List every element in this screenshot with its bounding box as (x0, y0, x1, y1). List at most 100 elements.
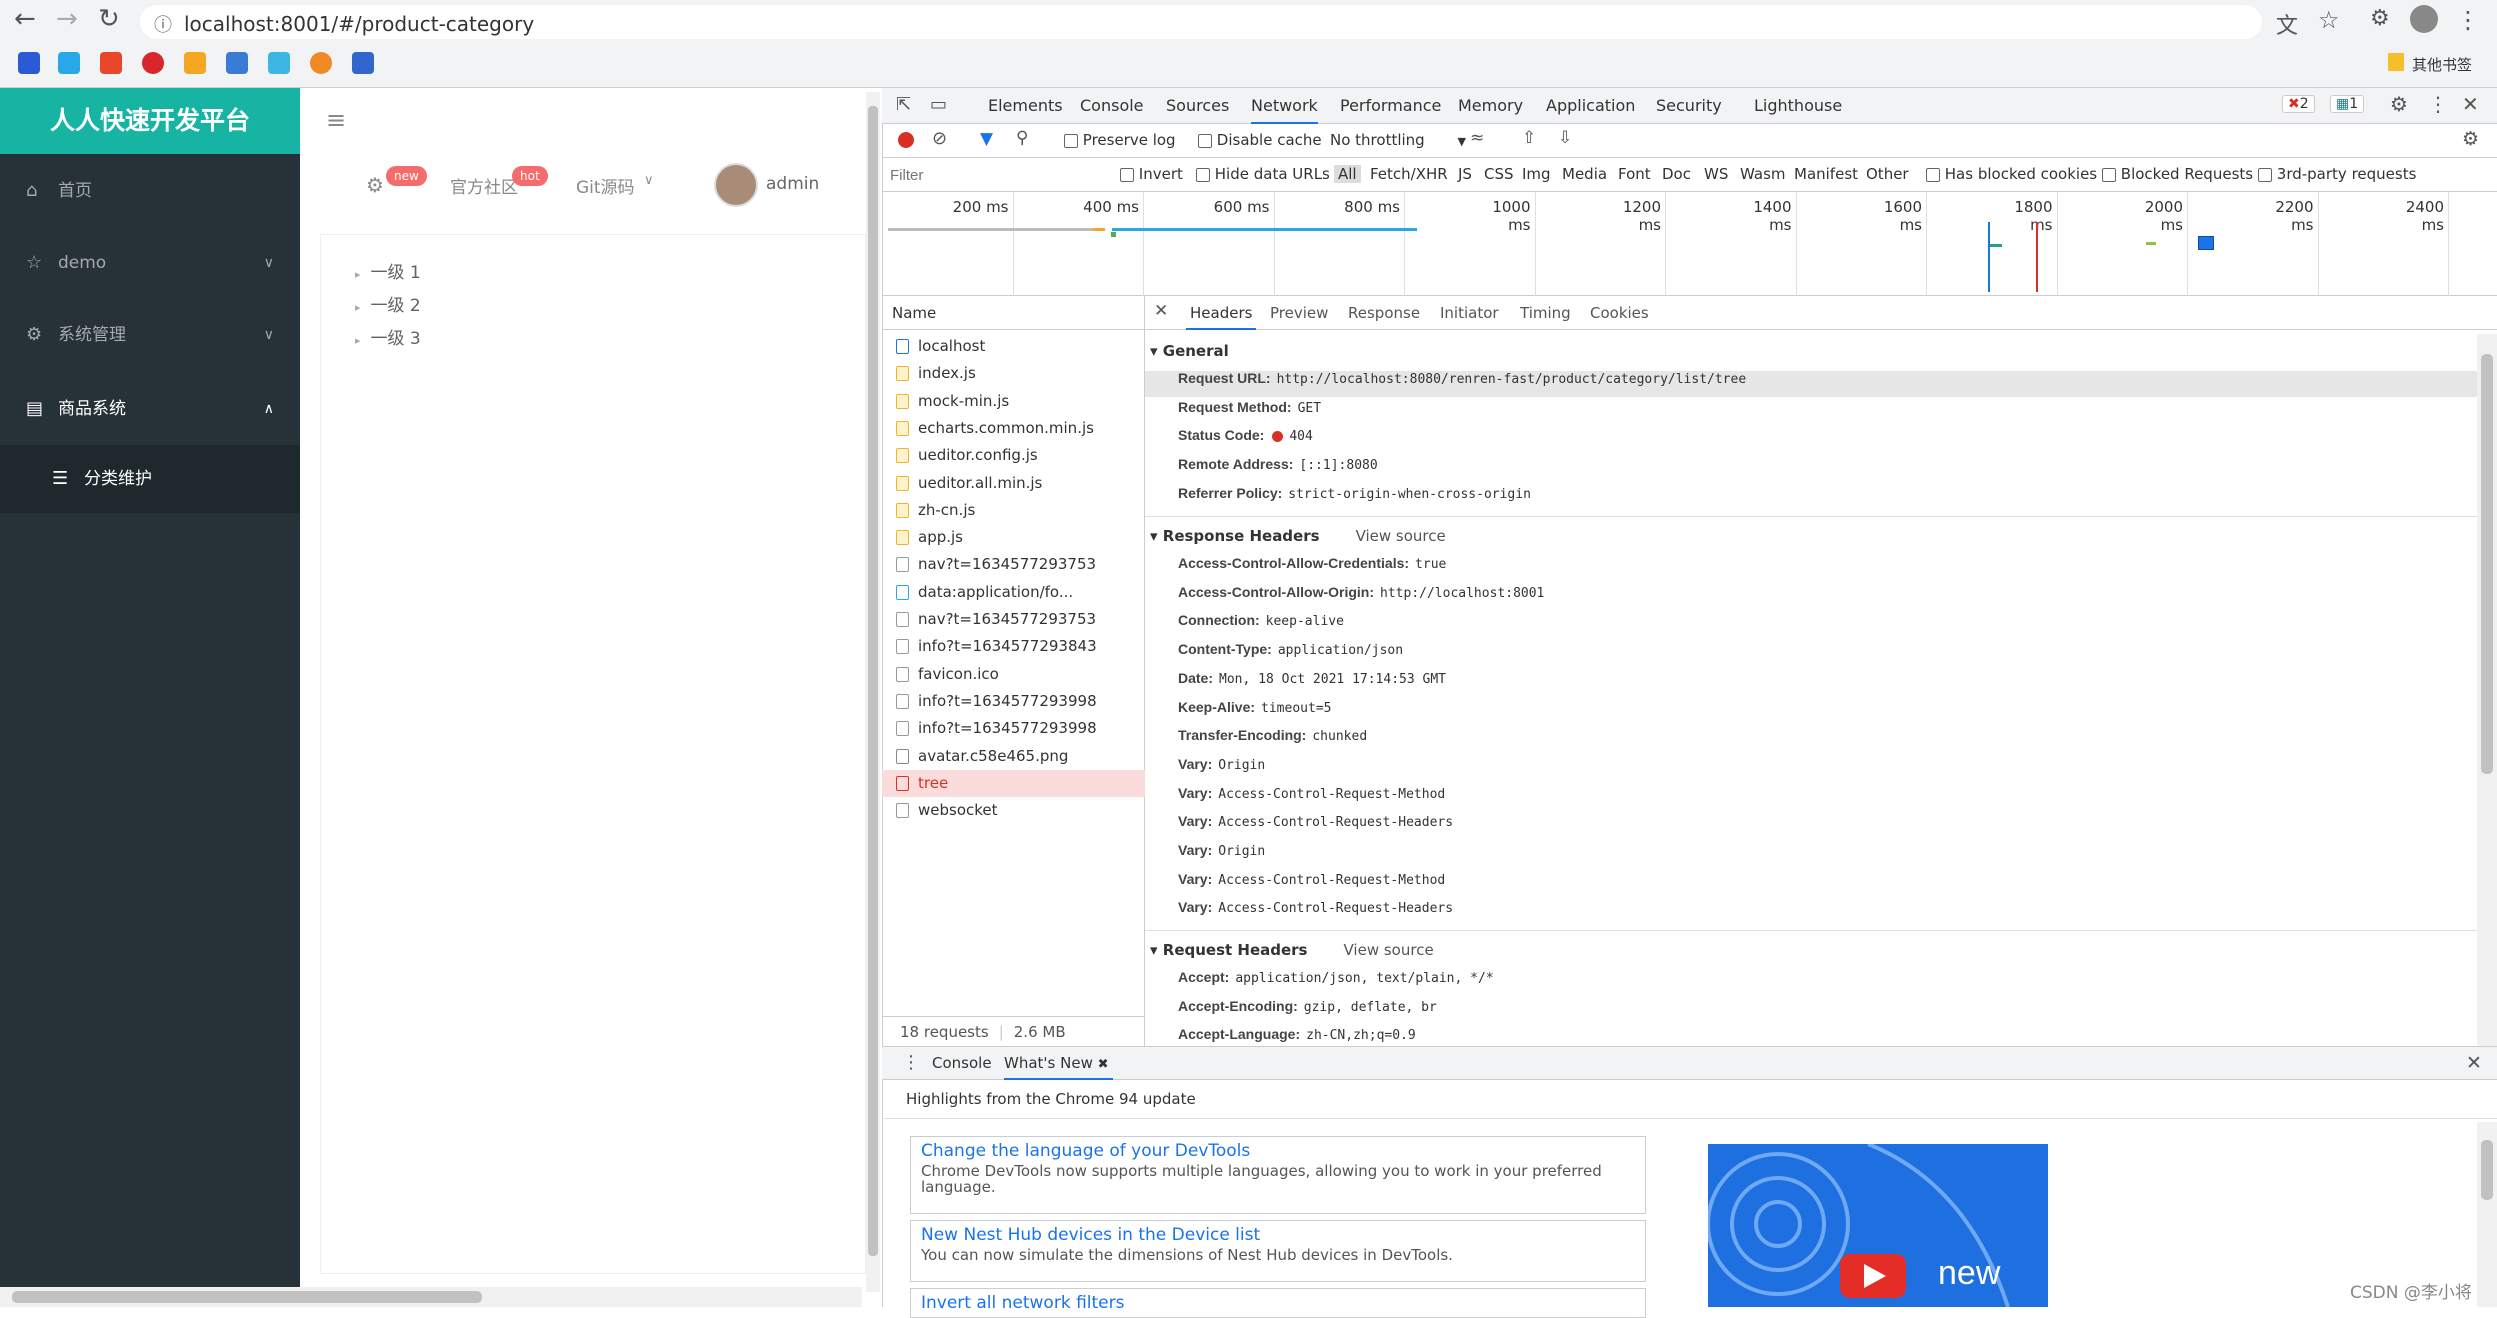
search-icon[interactable]: ⚲ (1016, 128, 1028, 148)
info-icon[interactable]: ⓘ (154, 11, 172, 37)
tab-application[interactable]: Application (1546, 88, 1635, 124)
import-har-icon[interactable]: ⇧ (1522, 128, 1536, 148)
drawer-tab-whats-new[interactable]: What's New ✖ (1004, 1046, 1113, 1080)
card-title[interactable]: Invert all network filters (911, 1289, 1645, 1313)
request-row[interactable]: nav?t=1634577293753 (882, 606, 1145, 633)
disable-cache-checkbox[interactable]: Disable cache (1198, 131, 1322, 149)
bookmark-mdn-icon[interactable] (226, 52, 248, 74)
request-row[interactable]: mock-min.js (882, 388, 1145, 415)
bookmark-b-icon[interactable] (268, 52, 290, 74)
filter-type-font[interactable]: Font (1618, 165, 1651, 183)
back-icon[interactable]: ← (14, 4, 36, 34)
request-row[interactable]: info?t=1634577293998 (882, 715, 1145, 742)
filter-type-media[interactable]: Media (1562, 165, 1607, 183)
drawer-tab-console[interactable]: Console (932, 1046, 992, 1080)
address-bar[interactable]: ⓘ localhost:8001/#/product-category (140, 5, 2262, 39)
scrollbar-thumb[interactable] (868, 106, 878, 1256)
response-headers-section[interactable]: ▾ Response Headers View source (1150, 527, 1446, 545)
filter-type-js[interactable]: JS (1458, 165, 1472, 183)
tab-console[interactable]: Console (1080, 88, 1144, 124)
git-link[interactable]: Git源码 (576, 173, 635, 198)
page-vertical-scrollbar[interactable] (866, 92, 880, 1292)
request-row[interactable]: echarts.common.min.js (882, 415, 1145, 442)
whats-new-card[interactable]: New Nest Hub devices in the Device list … (910, 1220, 1646, 1282)
filter-type-css[interactable]: CSS (1484, 165, 1514, 183)
hide-data-urls-checkbox[interactable]: Hide data URLs (1196, 165, 1330, 183)
blocked-cookies-checkbox[interactable]: Has blocked cookies (1926, 165, 2097, 183)
filter-type-all[interactable]: All (1334, 165, 1361, 183)
reload-icon[interactable]: ↻ (98, 4, 120, 34)
record-icon[interactable] (898, 132, 914, 148)
tab-security[interactable]: Security (1656, 88, 1722, 124)
sidebar-subitem-category[interactable]: ☰ 分类维护 (0, 445, 300, 513)
tab-timing[interactable]: Timing (1520, 296, 1571, 330)
clear-icon[interactable]: ⊘ (932, 128, 947, 149)
translate-icon[interactable]: 文 (2276, 8, 2298, 40)
throttling-select[interactable]: No throttling ▼ (1330, 131, 1466, 149)
card-title[interactable]: New Nest Hub devices in the Device list (911, 1221, 1645, 1245)
request-row[interactable]: ueditor.all.min.js (882, 470, 1145, 497)
tab-sources[interactable]: Sources (1166, 88, 1229, 124)
filter-icon[interactable]: ▼ (980, 129, 993, 149)
filter-type-wasm[interactable]: Wasm (1740, 165, 1786, 183)
drawer-menu-icon[interactable]: ⋮ (902, 1046, 920, 1080)
menu-kebab-icon[interactable]: ⋮ (2456, 6, 2480, 34)
brand-logo[interactable]: 人人快速开发平台 (0, 88, 300, 154)
detail-scrollbar[interactable] (2477, 334, 2497, 1046)
message-count-badge[interactable]: ▦1 (2330, 95, 2365, 113)
sidebar-item-home[interactable]: ⌂ 首页 (0, 155, 300, 227)
request-row[interactable]: tree (882, 769, 1145, 797)
filter-type-ws[interactable]: WS (1704, 165, 1728, 183)
filter-type-fetch[interactable]: Fetch/XHR (1370, 165, 1448, 183)
bookmark-paw-icon[interactable] (352, 52, 374, 74)
community-link[interactable]: 官方社区 (450, 173, 518, 198)
network-conditions-icon[interactable]: ≈ (1470, 128, 1484, 148)
bookmark-csdn-icon[interactable] (100, 52, 122, 74)
tab-headers[interactable]: Headers (1186, 296, 1257, 330)
bookmark-c-icon[interactable] (184, 52, 206, 74)
filter-input[interactable] (890, 162, 1100, 188)
tab-memory[interactable]: Memory (1458, 88, 1523, 124)
export-har-icon[interactable]: ⇩ (1558, 128, 1572, 148)
device-toggle-icon[interactable]: ▭ (930, 94, 947, 115)
profile-avatar-icon[interactable] (2410, 5, 2438, 33)
view-source-link[interactable]: View source (1356, 527, 1446, 545)
close-tab-icon[interactable]: ✖ (1098, 1057, 1109, 1072)
request-row[interactable]: avatar.c58e465.png (882, 743, 1145, 770)
tab-elements[interactable]: Elements (988, 88, 1063, 124)
view-source-link[interactable]: View source (1344, 941, 1434, 959)
more-kebab-icon[interactable]: ⋮ (2428, 92, 2448, 116)
scrollbar-thumb[interactable] (12, 1291, 482, 1303)
filter-type-doc[interactable]: Doc (1662, 165, 1691, 183)
scrollbar-thumb[interactable] (2481, 1140, 2493, 1200)
tab-lighthouse[interactable]: Lighthouse (1754, 88, 1842, 124)
settings-gear-icon[interactable]: ⚙ (2390, 92, 2408, 116)
request-row[interactable]: app.js (882, 524, 1145, 551)
error-count-badge[interactable]: ✖2 (2282, 95, 2315, 113)
request-row[interactable]: data:application/fo... (882, 579, 1145, 606)
request-row[interactable]: ueditor.config.js (882, 442, 1145, 469)
drawer-scrollbar[interactable] (2477, 1122, 2497, 1307)
tree-node[interactable]: ▸ 一级 1 (355, 258, 421, 283)
tab-preview[interactable]: Preview (1270, 296, 1328, 330)
bookmark-baidu-icon[interactable] (18, 52, 40, 74)
gear-icon[interactable]: ⚙ (366, 173, 384, 197)
inspect-icon[interactable]: ⇱ (896, 94, 911, 115)
star-icon[interactable]: ☆ (2318, 6, 2340, 34)
whats-new-card[interactable]: Invert all network filters (910, 1288, 1646, 1318)
filter-type-other[interactable]: Other (1866, 165, 1909, 183)
tab-performance[interactable]: Performance (1340, 88, 1441, 124)
third-party-checkbox[interactable]: 3rd-party requests (2258, 165, 2416, 183)
request-row[interactable]: nav?t=1634577293753 (882, 551, 1145, 578)
tree-node[interactable]: ▸ 一级 3 (355, 324, 421, 349)
forward-icon[interactable]: → (56, 4, 78, 34)
request-headers-section[interactable]: ▾ Request Headers View source (1150, 941, 1434, 959)
request-row[interactable]: info?t=1634577293998 (882, 688, 1145, 715)
tab-initiator[interactable]: Initiator (1440, 296, 1499, 330)
request-row[interactable]: websocket (882, 797, 1145, 824)
request-row[interactable]: localhost (882, 333, 1145, 360)
network-settings-icon[interactable]: ⚙ (2462, 128, 2479, 150)
invert-checkbox[interactable]: Invert (1120, 165, 1183, 183)
sidebar-item-system[interactable]: ⚙ 系统管理 ∨ (0, 299, 300, 371)
extensions-icon[interactable]: ⚙ (2370, 6, 2390, 31)
